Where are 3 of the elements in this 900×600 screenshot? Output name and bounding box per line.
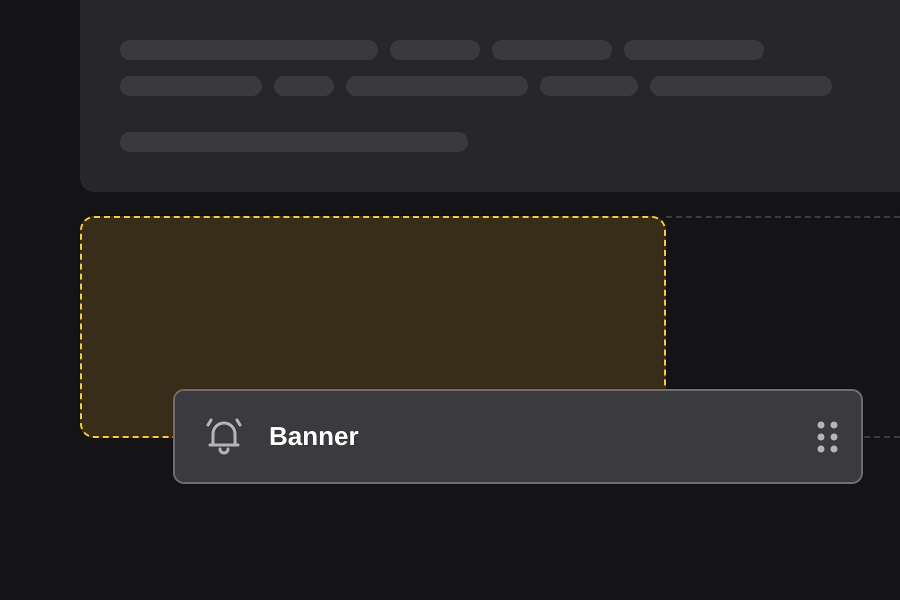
item-label: Banner — [269, 421, 360, 452]
drag-handle-icon[interactable] — [817, 420, 839, 454]
drag-item[interactable]: Banner — [173, 389, 863, 484]
